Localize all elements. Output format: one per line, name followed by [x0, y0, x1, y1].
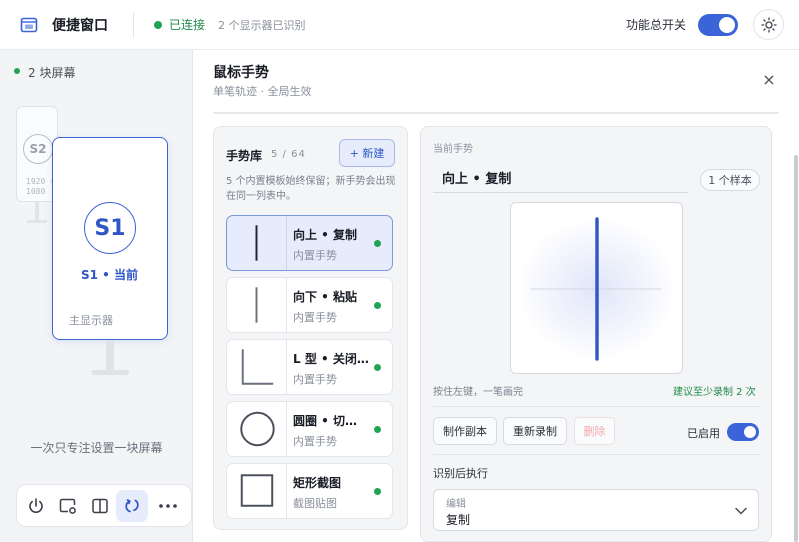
- screen-name-s1: S1 • 当前: [80, 268, 139, 282]
- master-switch-label: 功能总开关: [626, 18, 687, 32]
- gesture-item-l-close[interactable]: L 型 • 关闭... 内置手势: [226, 339, 393, 395]
- gesture-type: 内置手势: [293, 435, 337, 448]
- gesture-thumb-l-shape: [241, 340, 287, 394]
- record-hint: 建议至少录制 2 次: [673, 387, 756, 398]
- rerecord-button[interactable]: 重新录制: [503, 417, 567, 445]
- sun-icon: [760, 16, 777, 33]
- window-settings-button[interactable]: [52, 490, 84, 522]
- gesture-icon: [125, 499, 139, 513]
- library-count: 5 / 64: [271, 149, 306, 160]
- power-button[interactable]: [20, 490, 52, 522]
- gesture-type: 内置手势: [293, 373, 337, 386]
- panel-subtitle: 单笔轨迹 · 全局生效: [213, 85, 312, 98]
- gesture-name: 向下 • 粘贴: [293, 290, 358, 304]
- header-divider: [133, 12, 134, 38]
- window-app-icon: [20, 17, 38, 33]
- theme-toggle-button[interactable]: [753, 9, 784, 40]
- gesture-name-value: 向上 • 复制: [442, 172, 512, 187]
- toggle-knob: [719, 17, 735, 33]
- gesture-type: 内置手势: [293, 311, 337, 324]
- new-gesture-button[interactable]: + 新建: [339, 139, 395, 167]
- screen-role-s1: 主显示器: [69, 314, 113, 327]
- screen-badge-s2: S2: [23, 134, 53, 164]
- gesture-name-field[interactable]: 向上 • 复制: [433, 161, 688, 193]
- sample-count-badge: 1 个样本: [700, 169, 760, 191]
- panel-title: 鼠标手势: [213, 65, 269, 81]
- delete-button[interactable]: 删除: [574, 417, 615, 445]
- gesture-status-dot: [374, 240, 381, 247]
- after-recognition-label: 识别后执行: [433, 467, 488, 480]
- gesture-canvas[interactable]: [510, 202, 683, 374]
- gesture-status-dot: [374, 364, 381, 371]
- action-value: 复制: [446, 513, 471, 527]
- close-button[interactable]: ×: [759, 70, 779, 90]
- gesture-thumb-circle: [240, 402, 287, 456]
- gesture-thumb-vertical-line-short: [255, 278, 287, 332]
- more-icon: [159, 504, 177, 508]
- split-layout-icon: [92, 498, 108, 514]
- library-note: 5 个内置模板始终保留；新手势会出现在同一列表中。: [226, 176, 396, 202]
- action-select[interactable]: 编辑 复制: [433, 489, 759, 531]
- displays-detected: 2 个显示器已识别: [218, 19, 306, 32]
- gesture-stroke: [531, 217, 661, 361]
- screen-card-s1[interactable]: S1 S1 • 当前 主显示器: [52, 137, 168, 340]
- section-divider: [433, 406, 760, 407]
- connection-status: 已连接: [169, 18, 206, 32]
- current-gesture-panel: 当前手势 向上 • 复制 1 个样本 按住左键，一笔画完 建议至少录制 2 次 …: [420, 126, 772, 542]
- gesture-settings-panel: 鼠标手势 单笔轨迹 · 全局生效 × 手势库 5 / 64 + 新建 5 个内置…: [193, 50, 799, 542]
- screen-stand-s1: [106, 340, 114, 370]
- toggle-knob: [744, 426, 756, 438]
- connection-status-dot: [154, 21, 162, 29]
- library-title: 手势库: [226, 149, 263, 163]
- gesture-item-up-copy[interactable]: 向上 • 复制 内置手势: [226, 215, 393, 271]
- gesture-name: L 型 • 关闭...: [293, 352, 369, 366]
- gesture-thumb-square: [240, 464, 287, 518]
- screen-stand-s2: [35, 202, 39, 220]
- screen-base-s2: [27, 220, 47, 223]
- enabled-label: 已启用: [687, 427, 720, 440]
- panel-scrollbar[interactable]: [794, 155, 798, 542]
- app-header: 便捷窗口 已连接 2 个显示器已识别 功能总开关: [0, 0, 799, 50]
- gesture-item-rect-screenshot[interactable]: 矩形截图 截图贴图: [226, 463, 393, 519]
- gesture-item-circle-switch[interactable]: 圆圈 • 切换... 内置手势: [226, 401, 393, 457]
- gesture-item-down-paste[interactable]: 向下 • 粘贴 内置手势: [226, 277, 393, 333]
- master-switch-toggle[interactable]: [698, 14, 738, 36]
- gesture-thumb-vertical-line: [255, 216, 287, 270]
- gesture-library: 手势库 5 / 64 + 新建 5 个内置模板始终保留；新手势会出现在同一列表中…: [213, 126, 408, 530]
- chevron-down-icon: [735, 507, 747, 515]
- section-divider: [433, 454, 760, 455]
- app-title: 便捷窗口: [52, 18, 108, 34]
- screens-panel: 2 块屏幕 S2 1920 × 1080 S1 S1 • 当前 主显示器 一次只…: [0, 50, 193, 542]
- draw-hint: 按住左键，一笔画完: [433, 387, 523, 398]
- window-settings-icon: [59, 498, 76, 514]
- action-category: 编辑: [446, 499, 466, 510]
- screens-status-dot: [14, 68, 20, 74]
- gesture-status-dot: [374, 426, 381, 433]
- split-layout-button[interactable]: [84, 490, 116, 522]
- gesture-enabled-toggle[interactable]: [727, 423, 759, 441]
- gesture-button[interactable]: [116, 490, 148, 522]
- power-icon: [29, 498, 43, 513]
- gesture-type: 内置手势: [293, 249, 337, 262]
- screen-badge-s1: S1: [84, 202, 136, 254]
- duplicate-button[interactable]: 制作副本: [433, 417, 497, 445]
- focus-hint: 一次只专注设置一块屏幕: [30, 441, 163, 455]
- tool-dock: [16, 484, 192, 527]
- gesture-name: 矩形截图: [293, 476, 342, 490]
- panel-divider: [213, 112, 779, 114]
- current-gesture-label: 当前手势: [433, 144, 473, 155]
- gesture-name: 圆圈 • 切换...: [293, 414, 369, 428]
- gesture-status-dot: [374, 302, 381, 309]
- gesture-status-dot: [374, 488, 381, 495]
- screen-base-s1: [92, 370, 129, 375]
- gesture-type: 截图贴图: [293, 497, 337, 510]
- gesture-name: 向上 • 复制: [293, 228, 358, 242]
- more-button[interactable]: [152, 490, 184, 522]
- screens-count: 2 块屏幕: [28, 66, 76, 80]
